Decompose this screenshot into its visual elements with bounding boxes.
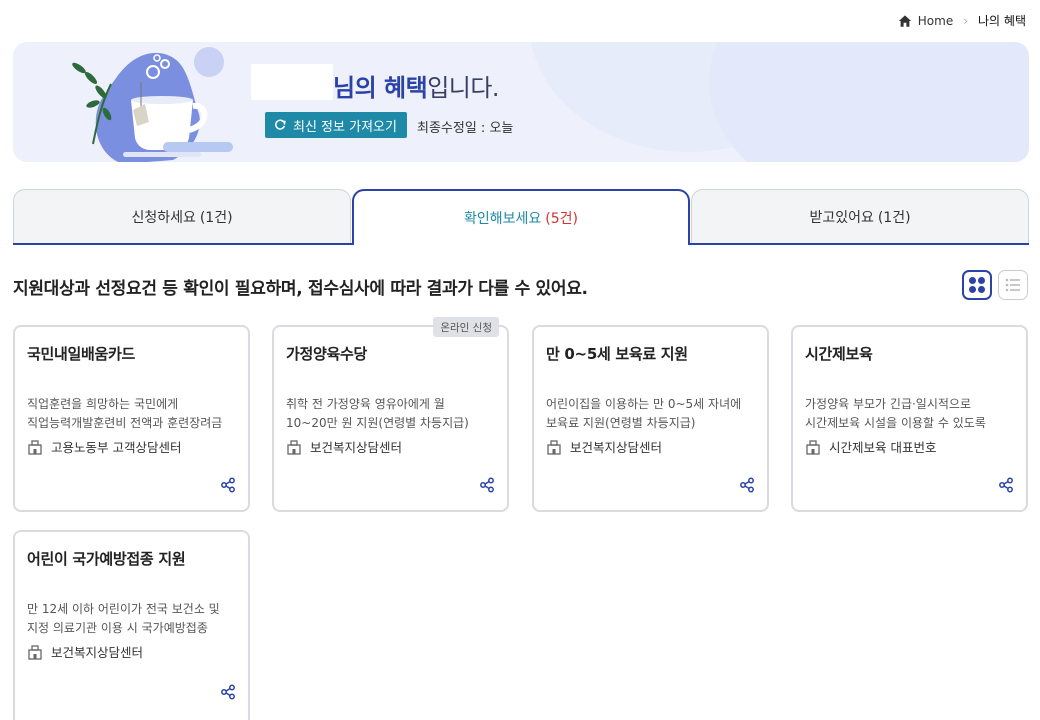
refresh-info-button[interactable]: 최신 정보 가져오기 xyxy=(265,112,407,138)
list-view-icon xyxy=(1005,278,1020,292)
card-description: 직업훈련을 희망하는 국민에게 직업능력개발훈련비 전액과 훈련장려금 xyxy=(27,395,243,433)
tab-check[interactable]: 확인해보세요 (5건) xyxy=(352,189,690,245)
benefit-banner: 님의 혜택입니다. 최신 정보 가져오기 최종수정일 : 오늘 xyxy=(13,42,1029,162)
benefit-card[interactable]: 시간제보육 가정양육 부모가 긴급·일시적으로 시간제보육 시설을 이용할 수 … xyxy=(791,325,1028,512)
tab-count: (1건) xyxy=(877,209,911,226)
building-icon xyxy=(28,439,42,455)
card-agency-name: 보건복지상담센터 xyxy=(310,440,403,455)
tab-apply[interactable]: 신청하세요 (1건) xyxy=(13,189,351,243)
greeting-title: 님의 혜택입니다. xyxy=(333,68,500,103)
refresh-button-label: 최신 정보 가져오기 xyxy=(293,119,397,135)
tab-label: 확인해보세요 xyxy=(464,211,542,227)
last-updated-text: 최종수정일 : 오늘 xyxy=(417,121,514,136)
card-agency: 시간제보육 대표번호 xyxy=(805,437,936,456)
card-desc-line: 직업훈련을 희망하는 국민에게 xyxy=(27,397,179,411)
tab-label: 받고있어요 xyxy=(809,209,874,226)
benefit-card[interactable]: 만 0~5세 보육료 지원 어린이집을 이용하는 만 0~5세 자녀에 보육료 … xyxy=(532,325,769,512)
grid-view-icon xyxy=(969,277,985,293)
card-agency: 고용노동부 고객상담센터 xyxy=(27,437,181,456)
card-description: 취학 전 가정양육 영유아에게 월 10~20만 원 지원(연령별 차등지급) xyxy=(286,395,502,433)
card-desc-line: 시간제보육 시설을 이용할 수 있도록 xyxy=(805,416,986,430)
benefit-card[interactable]: 온라인 신청 가정양육수당 취학 전 가정양육 영유아에게 월 10~20만 원… xyxy=(272,317,509,512)
card-desc-line: 취학 전 가정양육 영유아에게 월 xyxy=(286,397,445,411)
card-agency-name: 고용노동부 고객상담센터 xyxy=(51,440,182,455)
card-title: 가정양육수당 xyxy=(286,345,368,363)
building-icon xyxy=(287,439,301,455)
building-icon xyxy=(547,439,561,455)
list-view-button[interactable] xyxy=(998,270,1028,300)
share-icon[interactable] xyxy=(739,477,755,493)
greeting-end: 입니다. xyxy=(427,74,500,102)
view-toggle xyxy=(962,270,1028,300)
tab-count: (5건) xyxy=(545,211,578,227)
card-title: 시간제보육 xyxy=(805,345,873,363)
building-icon xyxy=(28,644,42,660)
card-desc-line: 10~20만 원 지원(연령별 차등지급) xyxy=(286,416,469,430)
section-subtitle: 지원대상과 선정요건 등 확인이 필요하며, 접수심사에 따라 결과가 다를 수… xyxy=(13,279,588,299)
share-icon[interactable] xyxy=(220,684,236,700)
online-apply-badge: 온라인 신청 xyxy=(433,317,499,337)
card-agency: 보건복지상담센터 xyxy=(27,642,143,661)
breadcrumb: Home › 나의 혜택 xyxy=(898,12,1026,29)
share-icon[interactable] xyxy=(998,477,1014,493)
building-icon xyxy=(806,439,820,455)
benefit-card[interactable]: 국민내일배움카드 직업훈련을 희망하는 국민에게 직업능력개발훈련비 전액과 훈… xyxy=(13,325,250,512)
card-agency-name: 보건복지상담센터 xyxy=(570,440,663,455)
breadcrumb-home-link[interactable]: Home xyxy=(918,14,953,28)
card-agency: 보건복지상담센터 xyxy=(546,437,662,456)
tab-count: (1건) xyxy=(199,209,233,226)
card-agency-name: 시간제보육 대표번호 xyxy=(829,440,937,455)
chevron-right-icon: › xyxy=(963,13,969,28)
card-title: 만 0~5세 보육료 지원 xyxy=(546,345,688,363)
benefit-tabs: 신청하세요 (1건) 확인해보세요 (5건) 받고있어요 (1건) xyxy=(13,189,1029,245)
card-desc-line: 만 12세 이하 어린이가 전국 보건소 및 xyxy=(27,602,220,616)
tab-label: 신청하세요 xyxy=(131,209,196,226)
benefit-card[interactable]: 어린이 국가예방접종 지원 만 12세 이하 어린이가 전국 보건소 및 지정 … xyxy=(13,530,250,720)
card-description: 어린이집을 이용하는 만 0~5세 자녀에 보육료 지원(연령별 차등지급) xyxy=(546,395,762,433)
greeting-highlight: 혜택 xyxy=(384,74,428,102)
greeting-suffix: 님의 xyxy=(333,74,385,102)
breadcrumb-current: 나의 혜택 xyxy=(978,14,1026,28)
card-desc-line: 지정 의료기관 이용 시 국가예방접종 xyxy=(27,621,208,635)
card-title: 국민내일배움카드 xyxy=(27,345,136,363)
grid-view-button[interactable] xyxy=(962,270,992,300)
card-desc-line: 직업능력개발훈련비 전액과 훈련장려금 xyxy=(27,416,223,430)
share-icon[interactable] xyxy=(220,477,236,493)
refresh-icon xyxy=(275,119,286,130)
page: Home › 나의 혜택 님의 혜택입니다. 최신 정보 가져오기 최종수정일 … xyxy=(0,0,1040,720)
card-title: 어린이 국가예방접종 지원 xyxy=(27,550,186,568)
share-icon[interactable] xyxy=(479,477,495,493)
card-agency: 보건복지상담센터 xyxy=(286,437,402,456)
card-description: 만 12세 이하 어린이가 전국 보건소 및 지정 의료기관 이용 시 국가예방… xyxy=(27,600,243,638)
card-description: 가정양육 부모가 긴급·일시적으로 시간제보육 시설을 이용할 수 있도록 xyxy=(805,395,1021,433)
banner-decoration xyxy=(709,42,1029,162)
home-icon[interactable] xyxy=(898,14,912,28)
card-agency-name: 보건복지상담센터 xyxy=(51,645,144,660)
user-name-masked xyxy=(251,64,333,100)
card-desc-line: 가정양육 부모가 긴급·일시적으로 xyxy=(805,397,972,411)
teacup-illustration-icon xyxy=(72,47,233,162)
tab-receiving[interactable]: 받고있어요 (1건) xyxy=(691,189,1029,243)
card-desc-line: 어린이집을 이용하는 만 0~5세 자녀에 xyxy=(546,397,742,411)
card-desc-line: 보육료 지원(연령별 차등지급) xyxy=(546,416,696,430)
